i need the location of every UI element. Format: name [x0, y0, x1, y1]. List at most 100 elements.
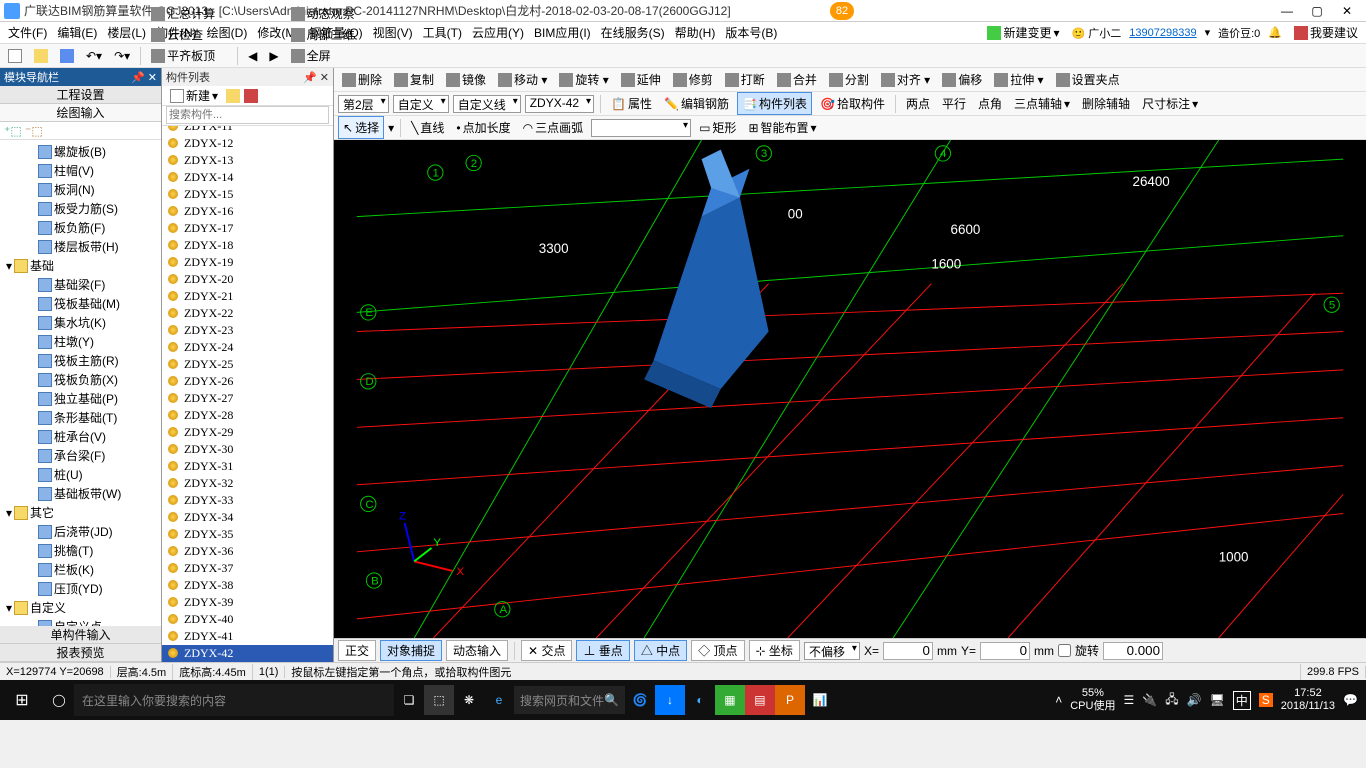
pin-icon[interactable]: 📌 [303, 72, 317, 84]
dyn-input-toggle[interactable]: 动态输入 [446, 640, 508, 661]
cortana-icon[interactable]: ◯ [44, 685, 74, 715]
maximize-button[interactable]: ▢ [1302, 4, 1332, 18]
ie-icon[interactable]: e [484, 685, 514, 715]
single-comp-input[interactable]: 单构件输入 [0, 626, 161, 644]
new-change-button[interactable]: 新建变更 ▾ [983, 22, 1063, 43]
edit-对齐[interactable]: 对齐 ▾ [877, 69, 934, 90]
ime-icon[interactable]: 中 [1233, 691, 1251, 710]
tree-柱墩(Y)[interactable]: 柱墩(Y) [2, 332, 159, 351]
next-icon[interactable]: ▶ [265, 47, 282, 65]
panel-close-icon[interactable]: ✕ [148, 72, 157, 84]
edit-合并[interactable]: 合并 [773, 69, 821, 90]
ortho-toggle[interactable]: 正交 [338, 640, 376, 661]
tb-动态观察[interactable]: 动态观察 [287, 3, 368, 24]
app-icon-4[interactable]: ↓ [655, 685, 685, 715]
network-icon[interactable]: 🖧 [1165, 690, 1178, 711]
three-aux-button[interactable]: 三点辅轴 ▾ [1010, 93, 1074, 114]
tree-后浇带(JD)[interactable]: 后浇带(JD) [2, 522, 159, 541]
redo-icon[interactable]: ↷▾ [110, 47, 134, 65]
point-add-button[interactable]: • 点加长度 [452, 117, 514, 138]
comp-item[interactable]: ZDYX-40 [162, 611, 333, 628]
comp-item[interactable]: ZDYX-25 [162, 356, 333, 373]
custom-dropdown[interactable]: 自定义 [393, 95, 449, 113]
start-button[interactable]: ⊞ [0, 680, 44, 720]
tree-筏板基础(M)[interactable]: 筏板基础(M) [2, 294, 159, 313]
comp-item[interactable]: ZDYX-11 [162, 126, 333, 135]
volume-icon[interactable]: 🔊 [1187, 693, 1202, 707]
tree-板受力筋(S)[interactable]: 板受力筋(S) [2, 199, 159, 218]
comp-item[interactable]: ZDYX-14 [162, 169, 333, 186]
comp-item[interactable]: ZDYX-22 [162, 305, 333, 322]
comp-item[interactable]: ZDYX-42 [162, 645, 333, 662]
tb-汇总计算[interactable]: 汇总计算 [147, 3, 231, 24]
tree-桩承台(V)[interactable]: 桩承台(V) [2, 427, 159, 446]
edit-偏移[interactable]: 偏移 [938, 69, 986, 90]
taskbar-search-2[interactable]: 搜索网页和文件 🔍 [514, 686, 625, 714]
comp-item[interactable]: ZDYX-26 [162, 373, 333, 390]
comp-item[interactable]: ZDYX-38 [162, 577, 333, 594]
tree-基础板带(W)[interactable]: 基础板带(W) [2, 484, 159, 503]
sogou-icon[interactable]: S [1259, 693, 1273, 707]
menu-BIM应用(I)[interactable]: BIM应用(I) [530, 22, 595, 43]
delete-icon[interactable] [244, 89, 258, 103]
tray-icon[interactable]: ☰ [1123, 693, 1134, 707]
edit-拉伸[interactable]: 拉伸 ▾ [990, 69, 1047, 90]
cross-toggle[interactable]: ✕ 交点 [521, 640, 572, 661]
save-icon[interactable] [56, 47, 78, 65]
comp-item[interactable]: ZDYX-39 [162, 594, 333, 611]
tree-螺旋板(B)[interactable]: 螺旋板(B) [2, 142, 159, 161]
rotate-input[interactable] [1103, 642, 1163, 660]
app-icon-8[interactable]: P [775, 685, 805, 715]
close-button[interactable]: ✕ [1332, 4, 1362, 18]
new-component-button[interactable]: 新建 ▾ [166, 85, 222, 106]
new-file-icon[interactable] [4, 47, 26, 65]
feedback-button[interactable]: 我要建议 [1290, 22, 1362, 43]
tree-集水坑(K)[interactable]: 集水坑(K) [2, 313, 159, 332]
expand-icon[interactable]: ⁺⬚ [4, 124, 22, 138]
comp-item[interactable]: ZDYX-31 [162, 458, 333, 475]
component-list-button[interactable]: 📑构件列表 [737, 92, 812, 115]
comp-item[interactable]: ZDYX-16 [162, 203, 333, 220]
tree-基础[interactable]: ▾ 基础 [2, 256, 159, 275]
app-icon-7[interactable]: ▤ [745, 685, 775, 715]
comp-item[interactable]: ZDYX-24 [162, 339, 333, 356]
comp-item[interactable]: ZDYX-20 [162, 271, 333, 288]
phone-link[interactable]: 13907298339 [1129, 27, 1196, 39]
pin-icon[interactable]: 📌 [131, 72, 145, 84]
tree-自定义点[interactable]: 自定义点 [2, 617, 159, 626]
perp-toggle[interactable]: ⊥ 垂点 [576, 640, 629, 661]
tree-筏板负筋(X)[interactable]: 筏板负筋(X) [2, 370, 159, 389]
menu-工具(T)[interactable]: 工具(T) [419, 22, 466, 43]
search-input[interactable] [166, 106, 329, 124]
app-icon-2[interactable]: ❋ [454, 685, 484, 715]
comp-item[interactable]: ZDYX-29 [162, 424, 333, 441]
menu-楼层(L)[interactable]: 楼层(L) [103, 22, 150, 43]
tb-云检查[interactable]: 云检查 [147, 24, 231, 45]
comp-item[interactable]: ZDYX-17 [162, 220, 333, 237]
edit-修剪[interactable]: 修剪 [669, 69, 717, 90]
x-input[interactable] [883, 642, 933, 660]
comp-item[interactable]: ZDYX-12 [162, 135, 333, 152]
comp-item[interactable]: ZDYX-15 [162, 186, 333, 203]
smart-layout-button[interactable]: ⊞ 智能布置 ▾ [744, 117, 820, 138]
del-aux-button[interactable]: 删除辅轴 [1078, 93, 1134, 114]
vertex-toggle[interactable]: ◇ 顶点 [691, 640, 744, 661]
app-icon-5[interactable]: ◐ [685, 685, 715, 715]
menu-编辑(E)[interactable]: 编辑(E) [53, 22, 101, 43]
component-dropdown[interactable]: ZDYX-42 [525, 95, 594, 113]
copy-icon[interactable] [226, 89, 240, 103]
viewport-3d[interactable]: X Z Y 1 2 3 4 5 E D C B A [334, 140, 1366, 638]
edit-删除[interactable]: 删除 [338, 69, 386, 90]
floor-dropdown[interactable]: 第2层 [338, 95, 389, 113]
undo-icon[interactable]: ↶▾ [82, 47, 106, 65]
tb-局部三维[interactable]: 局部三维 [287, 24, 368, 45]
prev-icon[interactable]: ◀ [244, 47, 261, 65]
tb-平齐板顶[interactable]: 平齐板顶 [147, 45, 231, 66]
tree-柱帽(V)[interactable]: 柱帽(V) [2, 161, 159, 180]
collapse-icon[interactable]: ⁻⬚ [25, 124, 43, 138]
tree-条形基础(T)[interactable]: 条形基础(T) [2, 408, 159, 427]
comp-item[interactable]: ZDYX-34 [162, 509, 333, 526]
report-preview[interactable]: 报表预览 [0, 644, 161, 662]
comp-item[interactable]: ZDYX-33 [162, 492, 333, 509]
tb-全屏[interactable]: 全屏 [287, 45, 368, 66]
